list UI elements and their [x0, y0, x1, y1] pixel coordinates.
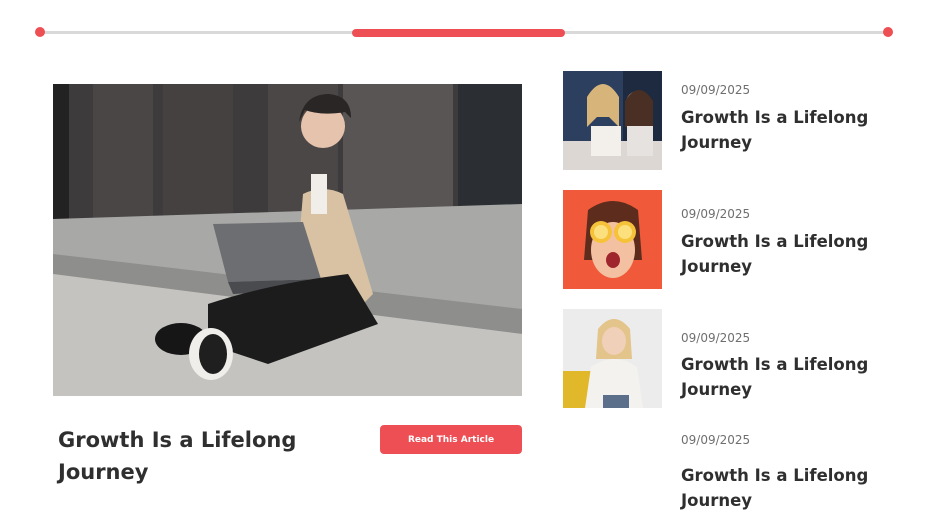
read-article-button[interactable]: Read This Article [380, 425, 522, 454]
side-article-2-date: 09/09/2025 [681, 207, 751, 221]
side-article-3-image[interactable] [563, 309, 662, 408]
side-article-1-title[interactable]: Growth Is a Lifelong Journey [681, 105, 891, 155]
featured-article-image[interactable] [53, 84, 522, 396]
side-article-4-date: 09/09/2025 [681, 433, 751, 447]
carousel-end-dot[interactable] [883, 27, 893, 37]
side-article-4-title[interactable]: Growth Is a Lifelong Journey [681, 463, 891, 513]
side-article-2-image[interactable] [563, 190, 662, 289]
side-article-1-image[interactable] [563, 71, 662, 170]
side-article-3-title[interactable]: Growth Is a Lifelong Journey [681, 352, 891, 402]
side-article-2-title[interactable]: Growth Is a Lifelong Journey [681, 229, 891, 279]
side-article-1-date: 09/09/2025 [681, 83, 751, 97]
side-article-3-date: 09/09/2025 [681, 331, 751, 345]
carousel-progress-thumb[interactable] [352, 29, 565, 37]
featured-article-title[interactable]: Growth Is a Lifelong Journey [58, 424, 358, 488]
carousel-start-dot[interactable] [35, 27, 45, 37]
